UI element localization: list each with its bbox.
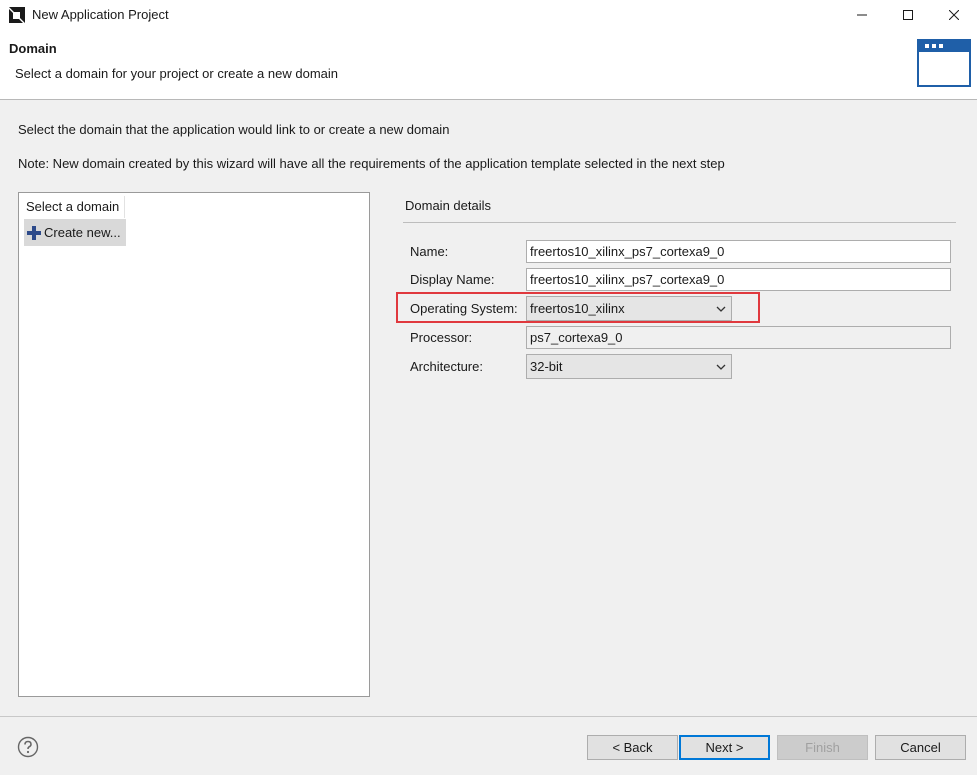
name-field[interactable]: freertos10_xilinx_ps7_cortexa9_0: [526, 240, 951, 263]
details-divider: [403, 222, 956, 223]
operating-system-select[interactable]: freertos10_xilinx: [526, 296, 732, 321]
plus-icon: [27, 225, 41, 240]
domain-list-header: Select a domain: [23, 196, 126, 218]
architecture-value: 32-bit: [530, 359, 563, 374]
next-button[interactable]: Next >: [679, 735, 770, 760]
wizard-header: Domain Select a domain for your project …: [0, 30, 977, 100]
display-name-label: Display Name:: [410, 272, 495, 287]
domain-list[interactable]: Select a domain Create new...: [18, 192, 370, 697]
maximize-button[interactable]: [885, 0, 931, 30]
operating-system-value: freertos10_xilinx: [530, 301, 625, 316]
processor-field: ps7_cortexa9_0: [526, 326, 951, 349]
create-new-domain-item[interactable]: Create new...: [24, 219, 126, 246]
architecture-select[interactable]: 32-bit: [526, 354, 732, 379]
page-description: Select a domain for your project or crea…: [15, 66, 339, 81]
maximize-icon: [903, 10, 913, 20]
help-icon[interactable]: [17, 736, 39, 758]
window-title: New Application Project: [32, 7, 169, 22]
operating-system-label: Operating System:: [410, 301, 518, 316]
domain-details-title: Domain details: [405, 198, 491, 213]
chevron-down-icon: [716, 364, 726, 370]
minimize-button[interactable]: [839, 0, 885, 30]
processor-label: Processor:: [410, 330, 473, 345]
close-icon: [949, 10, 959, 20]
note-text: Note: New domain created by this wizard …: [18, 156, 725, 171]
close-button[interactable]: [931, 0, 977, 30]
footer-divider: [0, 716, 977, 717]
display-name-field[interactable]: freertos10_xilinx_ps7_cortexa9_0: [526, 268, 951, 291]
name-label: Name:: [410, 244, 449, 259]
architecture-label: Architecture:: [410, 359, 483, 374]
cancel-button[interactable]: Cancel: [875, 735, 966, 760]
instruction-text: Select the domain that the application w…: [18, 122, 450, 137]
app-logo-icon: [9, 7, 25, 23]
minimize-icon: [857, 14, 867, 16]
create-new-label: Create new...: [44, 225, 121, 240]
page-title: Domain: [9, 41, 57, 56]
finish-button[interactable]: Finish: [777, 735, 868, 760]
title-bar: New Application Project: [0, 0, 977, 30]
back-button[interactable]: < Back: [587, 735, 678, 760]
wizard-window: New Application Project Domain Select a …: [0, 0, 977, 775]
chevron-down-icon: [716, 306, 726, 312]
wizard-banner-icon: [917, 39, 971, 87]
